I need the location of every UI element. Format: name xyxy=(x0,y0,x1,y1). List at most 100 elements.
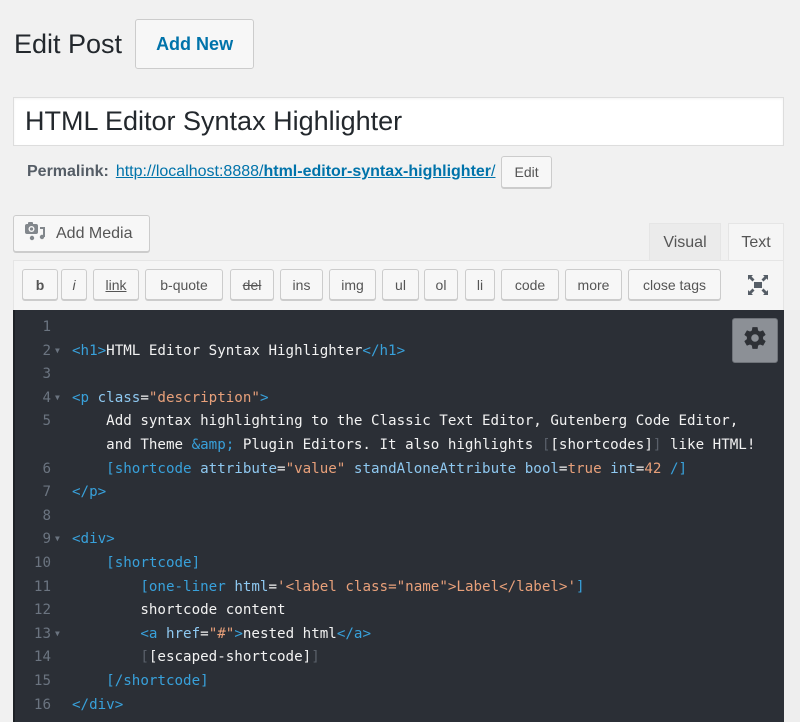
fold-arrow-icon[interactable]: ▼ xyxy=(55,339,60,363)
line-number: 12 xyxy=(33,602,51,619)
line-number: 8 xyxy=(42,507,51,524)
code-token-sc: /] xyxy=(669,460,688,477)
code-token-txt: Plugin Editors. It also highlights xyxy=(234,437,542,453)
add-media-label: Add Media xyxy=(56,224,133,242)
line-number: 15 xyxy=(33,673,51,689)
code-token-tag: </div> xyxy=(72,696,124,713)
code-token-tag: > xyxy=(259,389,269,406)
permalink-url-base: http://localhost:8888/ xyxy=(115,163,264,180)
qt-ol-button[interactable]: ol xyxy=(424,269,458,300)
line-number: 4 xyxy=(42,389,51,406)
qt-close-tags-button[interactable]: close tags xyxy=(628,269,721,300)
qt-code-button[interactable]: code xyxy=(501,269,559,300)
line-number: 10 xyxy=(33,555,51,571)
gear-icon xyxy=(742,325,768,356)
code-token-attr: href xyxy=(165,625,201,642)
code-token-txt: [shortcodes] xyxy=(550,437,653,453)
line-number: 9 xyxy=(42,531,51,548)
qt-italic-button[interactable]: i xyxy=(61,269,87,300)
fullscreen-icon[interactable] xyxy=(746,273,770,297)
line-number: 1 xyxy=(42,319,51,335)
code-text: <p class="description"> xyxy=(72,386,268,410)
code-token-tag: <p xyxy=(72,389,98,406)
code-token-txt: nested html xyxy=(242,625,337,642)
code-token-tag: <h1> xyxy=(72,342,107,359)
code-text: [one-liner html='<label class="name">Lab… xyxy=(72,575,585,599)
line-number: 14 xyxy=(33,649,51,666)
code-token-txt: like HTML! xyxy=(661,437,756,453)
post-title-input[interactable] xyxy=(13,97,784,146)
code-text: Add syntax highlighting to the Classic T… xyxy=(72,409,738,433)
code-line: 5 Add syntax highlighting to the Classic… xyxy=(15,409,784,433)
qt-more-button[interactable]: more xyxy=(565,269,622,300)
code-line: 10 [shortcode] xyxy=(15,551,784,575)
code-text: shortcode content xyxy=(72,598,286,622)
code-token-esc: ] xyxy=(311,649,320,666)
code-line: 6 [shortcode attribute="value" standAlon… xyxy=(15,457,784,481)
code-text: [shortcode] xyxy=(72,551,200,575)
code-line: 13 ▼ <a href="#">nested html</a> xyxy=(15,622,784,646)
qt-li-button[interactable]: li xyxy=(465,269,495,300)
code-token-txt: shortcode content xyxy=(72,602,286,619)
line-number: 5 xyxy=(42,413,51,430)
fold-arrow-icon[interactable]: ▼ xyxy=(55,527,60,551)
page-edge xyxy=(784,310,800,722)
add-new-button[interactable]: Add New xyxy=(135,19,255,69)
code-token-txt: = xyxy=(140,389,149,406)
permalink-edit-button[interactable]: Edit xyxy=(501,156,552,188)
code-line: 7 </p> xyxy=(15,480,784,504)
qt-bold-button[interactable]: b xyxy=(22,269,58,300)
qt-ins-button[interactable]: ins xyxy=(280,269,323,300)
code-token-txt: HTML Editor Syntax Highlighter xyxy=(106,342,363,359)
line-number: 2 xyxy=(42,342,51,359)
code-line: 4 ▼ <p class="description"> xyxy=(15,386,784,410)
fold-arrow-icon[interactable]: ▼ xyxy=(55,386,60,410)
tab-visual[interactable]: Visual xyxy=(649,223,721,261)
page-title: Edit Post xyxy=(14,28,123,59)
qt-bquote-button[interactable]: b-quote xyxy=(145,269,223,300)
code-editor[interactable]: 1 2 ▼ <h1>HTML Editor Syntax Highlighter</h… xyxy=(13,310,784,722)
code-text: <h1>HTML Editor Syntax Highlighter</h1> xyxy=(72,339,405,363)
qt-ul-button[interactable]: ul xyxy=(382,269,419,300)
tab-text[interactable]: Text xyxy=(728,223,784,261)
permalink-slug: html-editor-syntax-highlighter xyxy=(263,163,492,180)
code-text: [[escaped-shortcode]] xyxy=(72,645,320,669)
code-token-tag: <a xyxy=(140,625,166,642)
code-line: 15 [/shortcode] xyxy=(15,669,784,693)
add-media-button[interactable]: Add Media xyxy=(13,215,150,252)
code-token-sc: [shortcode xyxy=(106,460,201,477)
code-token-num: 42 xyxy=(644,460,662,477)
code-line: and Theme &amp; Plugin Editors. It also … xyxy=(15,433,784,457)
code-text: <div> xyxy=(72,527,115,551)
code-token-ent: &amp; xyxy=(191,437,235,453)
code-text: and Theme &amp; Plugin Editors. It also … xyxy=(72,433,755,457)
code-token-sc: ] xyxy=(576,578,585,595)
code-text: </div> xyxy=(72,693,123,717)
editor-settings-button[interactable] xyxy=(732,318,778,363)
permalink-label: Permalink: xyxy=(27,163,109,180)
page-header: Edit Post Add New xyxy=(14,18,255,70)
code-token-attr: class xyxy=(97,389,141,406)
code-token-txt: and Theme xyxy=(72,437,192,453)
code-line: 12 shortcode content xyxy=(15,598,784,622)
code-token-txt: [escaped-shortcode] xyxy=(148,649,312,666)
qt-del-button[interactable]: del xyxy=(230,269,274,300)
fold-arrow-icon[interactable]: ▼ xyxy=(55,622,60,646)
code-line: 11 [one-liner html='<label class="name">… xyxy=(15,575,784,599)
permalink-link[interactable]: http://localhost:8888/html-editor-syntax… xyxy=(116,163,496,181)
qt-link-button[interactable]: link xyxy=(93,269,139,300)
code-line: 1 xyxy=(15,315,784,339)
code-line: 9 ▼ <div> xyxy=(15,527,784,551)
qt-img-button[interactable]: img xyxy=(329,269,376,300)
code-line: 8 xyxy=(15,504,784,528)
line-number: 3 xyxy=(42,366,51,383)
code-token-attr: int xyxy=(610,460,636,477)
code-token-esc: [ xyxy=(140,649,149,666)
